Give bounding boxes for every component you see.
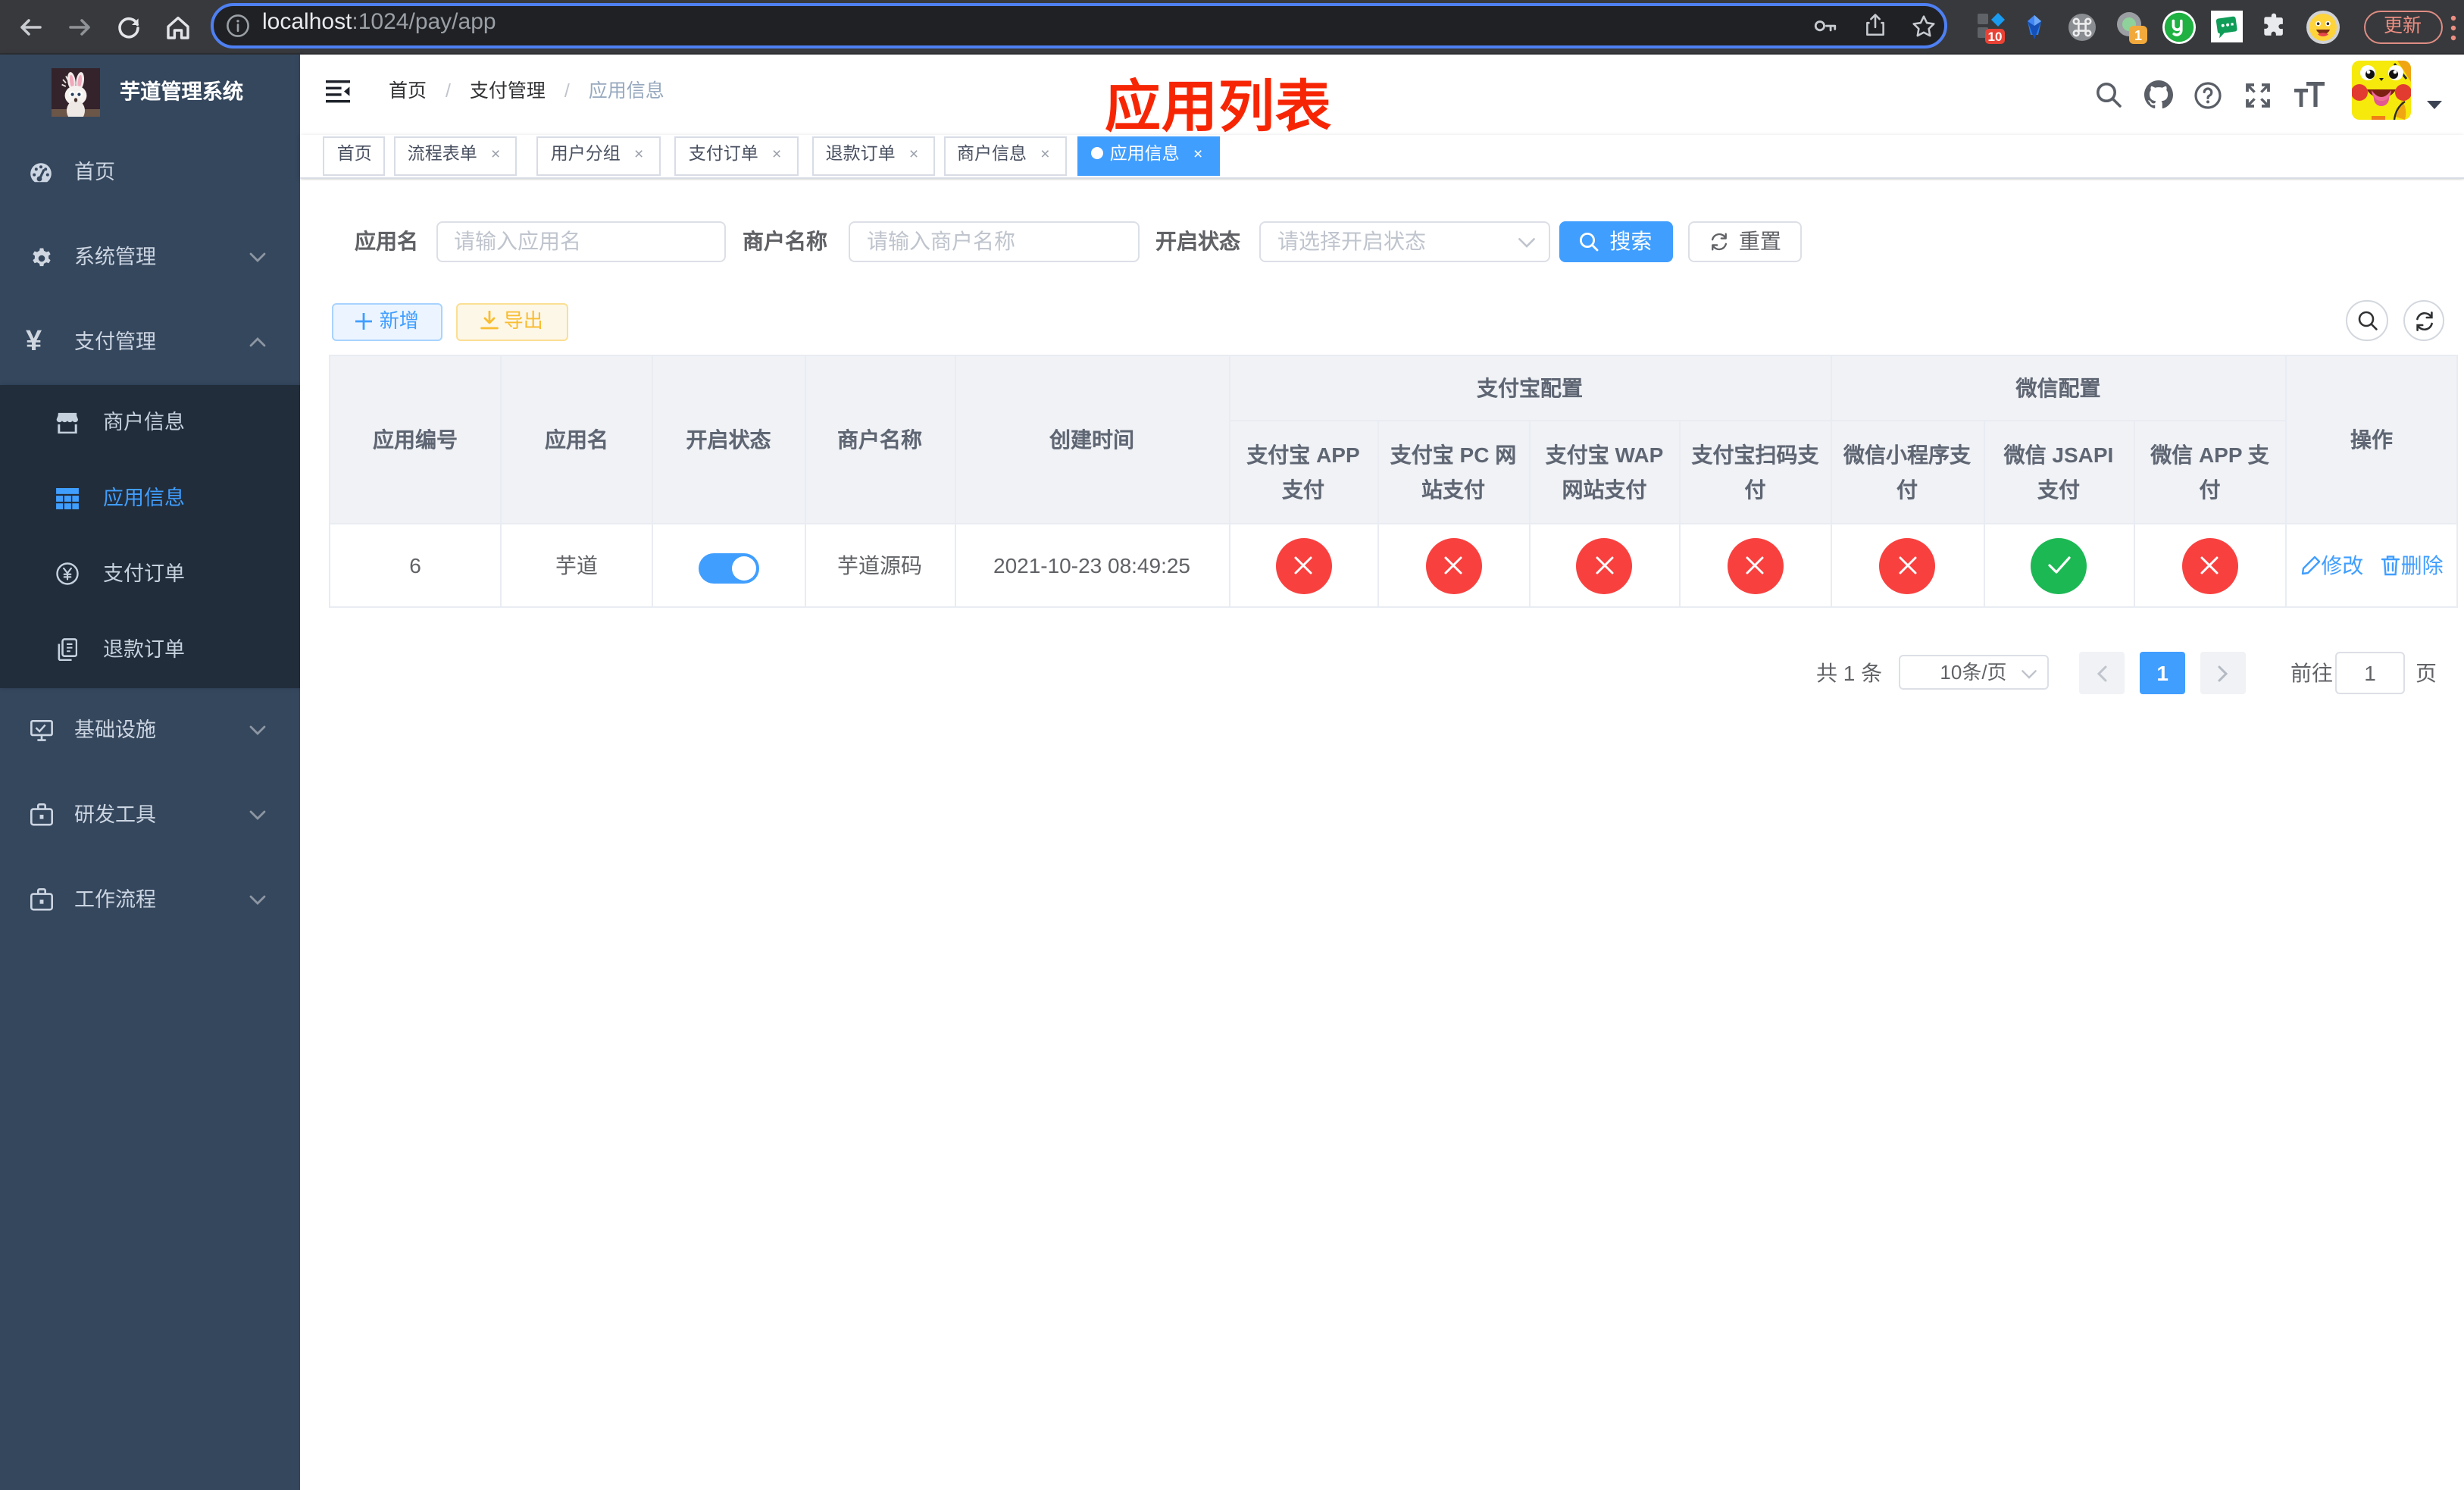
svg-text:10: 10 (1988, 30, 2003, 44)
svg-text:1: 1 (2134, 28, 2142, 43)
